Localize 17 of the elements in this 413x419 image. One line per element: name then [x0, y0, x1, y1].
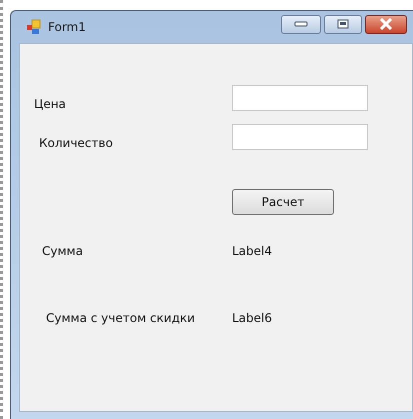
maximize-button[interactable]: [324, 14, 362, 34]
form-icon: [26, 19, 42, 35]
field-label: Количество: [38, 136, 114, 150]
minimize-button[interactable]: [281, 14, 321, 34]
output-value: Label4: [232, 244, 274, 258]
text-field[interactable]: [232, 124, 368, 150]
output-value: Label6: [232, 311, 274, 325]
field-label: Цена: [33, 97, 67, 111]
maximize-icon: [337, 19, 349, 29]
output-label: Сумма с учетом скидки: [45, 311, 196, 325]
close-icon: [379, 18, 393, 30]
close-button[interactable]: [365, 14, 407, 34]
calculate-button[interactable]: Расчет: [232, 189, 334, 215]
output-label: Сумма: [41, 244, 84, 258]
window-title: Form1: [48, 20, 86, 34]
minimize-icon: [294, 20, 308, 28]
text-field[interactable]: [232, 85, 368, 111]
